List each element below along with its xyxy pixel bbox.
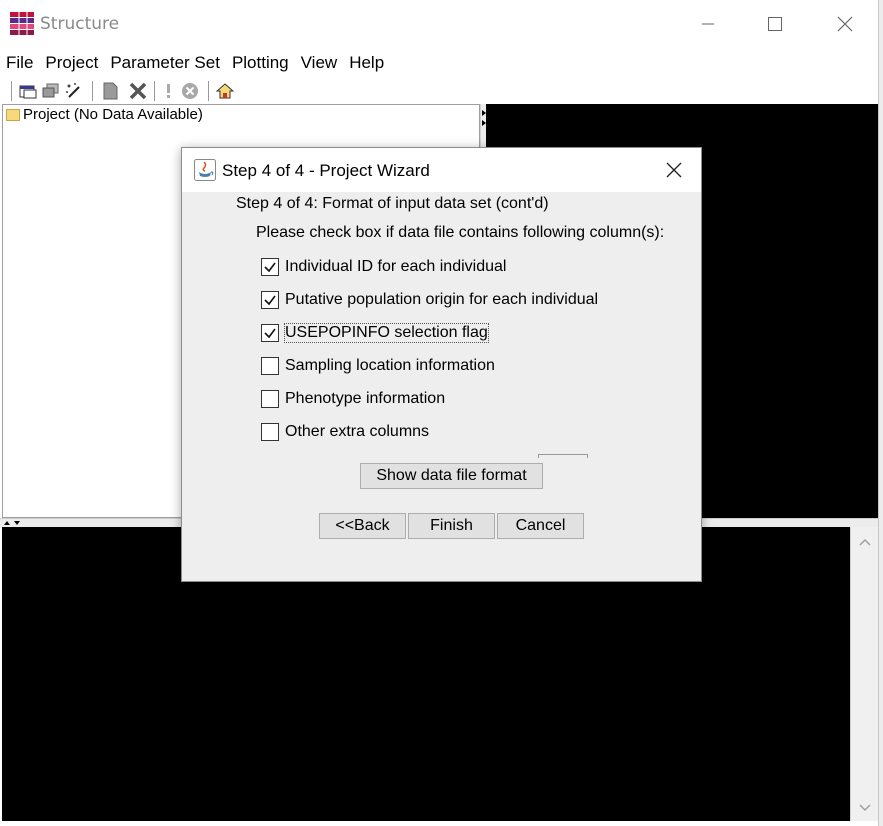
maximize-button[interactable] — [740, 0, 810, 48]
checkbox-label: Putative population origin for each indi… — [285, 291, 599, 308]
menu-help[interactable]: Help — [343, 48, 390, 77]
minimize-icon — [702, 23, 714, 25]
option-phenotype[interactable]: Phenotype information — [261, 387, 445, 411]
window-edge — [878, 0, 883, 826]
dialog-title: Step 4 of 4 - Project Wizard — [222, 161, 430, 180]
option-population-origin[interactable]: Putative population origin for each indi… — [261, 288, 598, 312]
checkbox[interactable] — [261, 291, 279, 309]
maximize-icon — [768, 17, 782, 31]
checkbox[interactable] — [261, 390, 279, 408]
close-icon — [837, 16, 853, 32]
folder-icon — [6, 109, 20, 121]
checkbox[interactable] — [261, 357, 279, 375]
checkbox[interactable] — [261, 324, 279, 342]
wizard-button[interactable] — [64, 81, 84, 101]
run-icon — [167, 84, 170, 98]
checkbox-label: Phenotype information — [285, 390, 446, 407]
menu-bar: File Project Parameter Set Plotting View… — [0, 48, 883, 77]
scroll-up-icon[interactable] — [851, 531, 879, 553]
checkbox[interactable] — [261, 423, 279, 441]
open-project-button[interactable] — [41, 81, 61, 101]
new-parameter-set-button[interactable] — [100, 81, 120, 101]
close-button[interactable] — [810, 0, 880, 48]
toolbar-separator — [11, 81, 13, 101]
hidden-field-edge — [538, 454, 588, 458]
dialog-title-bar: Step 4 of 4 - Project Wizard — [182, 148, 701, 192]
option-individual-id[interactable]: Individual ID for each individual — [261, 255, 506, 279]
minimize-button[interactable] — [673, 0, 743, 48]
new-parameter-set-icon — [103, 82, 118, 100]
menu-view[interactable]: View — [295, 48, 344, 77]
delete-icon — [129, 82, 147, 100]
stop-button[interactable] — [180, 81, 200, 101]
home-button[interactable] — [215, 81, 235, 101]
checkbox-label: USEPOPINFO selection flag — [284, 323, 489, 343]
run-button[interactable] — [159, 81, 179, 101]
close-icon — [666, 162, 682, 178]
open-project-icon — [42, 83, 59, 98]
vertical-scrollbar[interactable] — [850, 527, 879, 821]
stop-icon — [182, 83, 198, 99]
checkbox-label: Sampling location information — [285, 357, 495, 374]
option-sampling-location[interactable]: Sampling location information — [261, 354, 495, 378]
checkbox-label: Individual ID for each individual — [285, 258, 507, 275]
project-wizard-dialog: Step 4 of 4 - Project Wizard Step 4 of 4… — [181, 147, 702, 582]
menu-parameter-set[interactable]: Parameter Set — [104, 48, 226, 77]
finish-button[interactable]: Finish — [408, 513, 495, 539]
menu-file[interactable]: File — [0, 48, 39, 77]
cancel-button[interactable]: Cancel — [497, 513, 584, 539]
new-project-button[interactable] — [18, 81, 38, 101]
delete-button[interactable] — [128, 81, 148, 101]
menu-project[interactable]: Project — [39, 48, 104, 77]
checkmark-icon — [264, 295, 276, 306]
option-usepopinfo[interactable]: USEPOPINFO selection flag — [261, 321, 489, 345]
checkmark-icon — [264, 328, 276, 339]
toolbar-separator — [208, 81, 210, 101]
title-bar: Structure — [0, 0, 883, 48]
wizard-icon — [66, 83, 80, 98]
new-project-icon — [19, 85, 37, 99]
show-data-file-format-button[interactable]: Show data file format — [360, 463, 543, 489]
structure-app-icon — [10, 12, 34, 36]
step-heading: Step 4 of 4: Format of input data set (c… — [236, 195, 549, 212]
window-title: Structure — [40, 14, 120, 34]
splitter-arrows-icon — [4, 521, 20, 525]
checkbox[interactable] — [261, 258, 279, 276]
tree-root-label[interactable]: Project (No Data Available) — [23, 106, 203, 123]
dialog-close-button[interactable] — [654, 156, 694, 184]
instruction-text: Please check box if data file contains f… — [256, 224, 665, 241]
back-button[interactable]: <<Back — [319, 513, 406, 539]
toolbar-separator — [92, 81, 94, 101]
toolbar — [0, 77, 883, 104]
option-extra-columns[interactable]: Other extra columns — [261, 420, 429, 444]
checkbox-label: Other extra columns — [285, 423, 430, 440]
menu-plotting[interactable]: Plotting — [226, 48, 295, 77]
java-icon — [194, 159, 216, 181]
checkmark-icon — [264, 262, 276, 273]
home-icon — [216, 83, 234, 99]
scroll-down-icon[interactable] — [851, 797, 879, 819]
toolbar-separator — [154, 81, 156, 101]
